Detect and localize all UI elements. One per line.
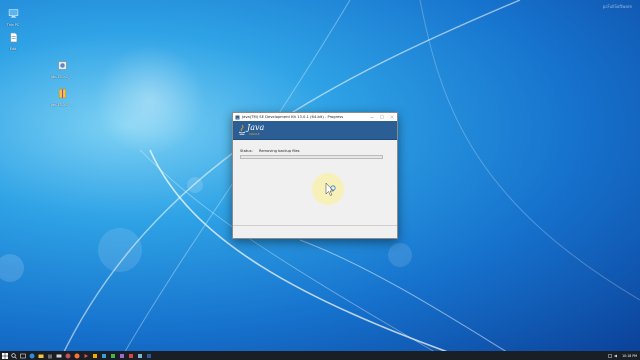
taskbar-chrome[interactable] <box>63 351 72 360</box>
desktop-icon-edit[interactable]: Edit <box>0 28 26 51</box>
maximize-button[interactable] <box>377 113 387 121</box>
dialog-title: Java(TM) SE Development Kit 13.0.1 (64-b… <box>242 115 344 119</box>
java-banner: Java ORACLE <box>233 121 397 140</box>
computer-icon <box>8 9 18 18</box>
close-icon <box>390 115 394 119</box>
oracle-label: ORACLE <box>249 133 260 136</box>
system-tray: 10:18 PM <box>606 351 637 360</box>
mouse-cursor <box>312 173 344 205</box>
desktop-icon-this-pc[interactable]: This PC <box>0 4 26 27</box>
volume-icon[interactable] <box>614 354 618 358</box>
taskbar-media[interactable] <box>81 351 90 360</box>
java-icon <box>235 115 240 119</box>
taskbar-edge[interactable] <box>27 351 36 360</box>
file-explorer-icon <box>38 354 43 358</box>
taskbar-search[interactable] <box>9 351 18 360</box>
taskbar-app[interactable] <box>117 351 126 360</box>
network-icon[interactable] <box>608 353 612 358</box>
app-icon <box>101 353 106 358</box>
desktop-icon-label: This PC <box>6 23 20 27</box>
taskbar-store[interactable] <box>45 351 54 360</box>
taskbar: 10:18 PM <box>0 351 640 360</box>
store-icon <box>47 354 52 358</box>
footer-divider <box>233 225 397 226</box>
search-icon <box>10 352 17 359</box>
taskbar-app[interactable] <box>90 351 99 360</box>
taskbar-mail[interactable] <box>54 351 63 360</box>
desktop-icon-label: jdk-13.0.1_... <box>51 75 73 79</box>
taskbar-app[interactable] <box>135 351 144 360</box>
java-logo-icon <box>238 124 246 136</box>
task-view-icon <box>19 353 26 358</box>
start-icon <box>1 352 8 359</box>
java-logo-text: Java <box>247 123 265 132</box>
installer-icon <box>57 61 67 70</box>
taskbar-file-explorer[interactable] <box>36 351 45 360</box>
desktop-icon-jdk-archive[interactable]: jdk-13.0.1_... <box>49 84 75 107</box>
edge-icon <box>29 353 34 358</box>
taskbar-java[interactable] <box>144 351 153 360</box>
chrome-icon <box>65 353 70 358</box>
watermark: pcFullSoftware <box>602 4 632 9</box>
app-icon <box>92 353 97 358</box>
taskbar-app[interactable] <box>99 351 108 360</box>
desktop-icon-label: Edit <box>9 47 17 51</box>
java-icon <box>146 353 151 358</box>
status-row: Status: Removing backup files <box>240 149 300 153</box>
taskbar-firefox[interactable] <box>72 351 81 360</box>
minimize-button[interactable] <box>367 113 377 121</box>
status-value: Removing backup files <box>259 149 300 153</box>
file-icon <box>10 32 17 43</box>
start-button[interactable] <box>0 351 9 360</box>
status-label: Status: <box>240 149 253 153</box>
desktop-icon-label: jdk-13.0.1_... <box>51 103 73 107</box>
app-icon <box>110 353 115 358</box>
app-icon <box>128 353 133 358</box>
mail-icon <box>56 354 61 357</box>
app-icon <box>137 353 142 358</box>
close-button[interactable] <box>387 113 397 121</box>
taskbar-app[interactable] <box>126 351 135 360</box>
taskbar-app[interactable] <box>108 351 117 360</box>
dialog-titlebar[interactable]: Java(TM) SE Development Kit 13.0.1 (64-b… <box>233 113 397 121</box>
taskbar-clock[interactable]: 10:18 PM <box>622 354 637 358</box>
maximize-icon <box>380 115 384 119</box>
archive-icon <box>58 88 66 99</box>
progress-bar <box>240 155 383 159</box>
taskbar-task-view[interactable] <box>18 351 27 360</box>
firefox-icon <box>74 353 79 358</box>
media-icon <box>84 353 88 358</box>
minimize-icon <box>370 117 374 118</box>
app-icon <box>119 353 124 358</box>
desktop-icon-jdk-installer[interactable]: jdk-13.0.1_... <box>49 56 75 79</box>
